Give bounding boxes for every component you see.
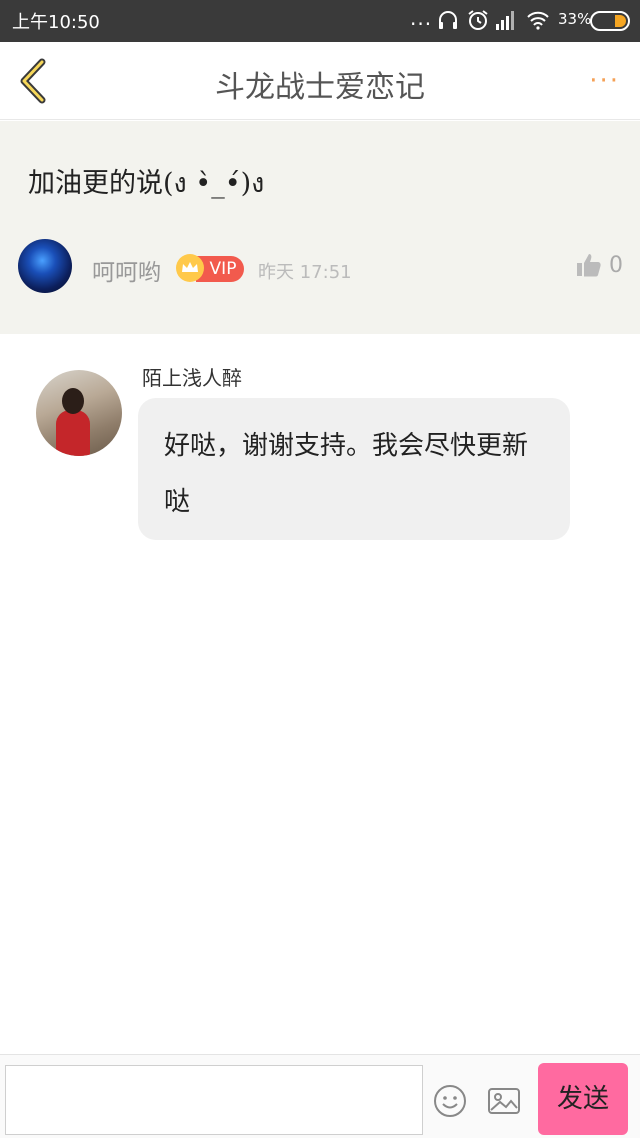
more-options-button[interactable]: ··· (589, 66, 620, 96)
original-comment: 加油更的说(ง •̀_•́)ง 呵呵哟 VIP 昨天 17:51 0 (0, 121, 640, 334)
reply-bubble: 好哒，谢谢支持。我会尽快更新哒 (138, 398, 570, 540)
reply-input[interactable] (5, 1065, 423, 1135)
reply-text: 好哒，谢谢支持。我会尽快更新哒 (164, 431, 529, 517)
like-count: 0 (609, 253, 623, 278)
comment-timestamp: 昨天 17:51 (258, 262, 352, 283)
battery-percentage: 33% (558, 10, 592, 28)
reply-author-avatar[interactable] (36, 370, 122, 456)
signal-icon (496, 11, 514, 30)
wifi-icon (527, 11, 549, 30)
emoji-icon[interactable] (432, 1083, 468, 1119)
status-time: 上午10:50 (12, 12, 100, 33)
thumbs-up-icon[interactable] (575, 251, 603, 279)
send-button[interactable]: 发送 (538, 1063, 628, 1135)
notification-dots: ... (410, 6, 433, 30)
status-bar: 上午10:50 ... 33% (0, 0, 640, 42)
commenter-avatar[interactable] (18, 239, 72, 293)
alarm-icon (468, 10, 488, 30)
composer-bar: 发送 (0, 1054, 640, 1138)
reply-author-name: 陌上浅人醉 (142, 366, 242, 390)
crown-icon (176, 254, 204, 282)
image-icon[interactable] (486, 1083, 522, 1119)
page-title: 斗龙战士爱恋记 (215, 70, 425, 105)
original-comment-text: 加油更的说(ง •̀_•́)ง (28, 168, 265, 199)
battery-icon (590, 11, 630, 31)
header: 斗龙战士爱恋记 ··· (0, 42, 640, 120)
commenter-name[interactable]: 呵呵哟 (92, 253, 161, 287)
headphones-icon (439, 11, 457, 29)
